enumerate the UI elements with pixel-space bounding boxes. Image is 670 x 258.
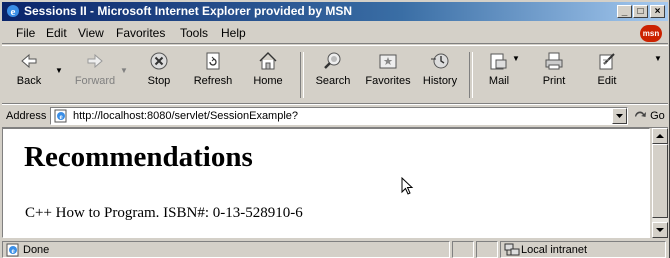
page-done-icon: e [6, 243, 19, 257]
edit-button[interactable]: Edit [584, 50, 630, 87]
address-bar: Address e http://localhost:8080/servlet/… [2, 104, 668, 128]
forward-label: Forward [74, 75, 116, 87]
print-icon [545, 52, 563, 70]
mail-icon [490, 53, 507, 70]
page-heading: Recommendations [24, 141, 253, 173]
minimize-button[interactable]: _ [617, 5, 632, 18]
status-panel [452, 241, 474, 258]
print-label: Print [542, 75, 566, 87]
local-intranet-icon [504, 243, 520, 256]
status-text: Done [23, 244, 50, 256]
stop-label: Stop [147, 75, 171, 87]
maximize-button[interactable]: □ [633, 5, 648, 18]
go-arrow-icon [635, 111, 646, 117]
go-button[interactable]: Go [633, 109, 665, 122]
menu-edit[interactable]: Edit [46, 26, 67, 40]
forward-dropdown-icon[interactable]: ▼ [120, 66, 128, 75]
search-icon [324, 52, 341, 69]
status-zone: Local intranet [521, 244, 588, 256]
toolbar-separator [300, 52, 304, 98]
address-label: Address [6, 110, 47, 122]
page-content: Recommendations C++ How to Program. ISBN… [2, 128, 650, 238]
status-panel [476, 241, 498, 258]
home-button[interactable]: Home [245, 50, 291, 87]
history-icon [431, 53, 449, 69]
chevron-down-icon [656, 228, 664, 232]
stop-icon [150, 52, 168, 70]
address-input[interactable]: e http://localhost:8080/servlet/SessionE… [50, 107, 628, 125]
back-dropdown-icon[interactable]: ▼ [55, 66, 63, 75]
stop-button[interactable]: Stop [136, 50, 182, 87]
edit-label: Edit [597, 75, 617, 87]
refresh-button[interactable]: Refresh [190, 50, 236, 87]
chevron-up-icon [656, 134, 664, 138]
page-icon: e [54, 109, 67, 123]
msn-logo: msn [640, 25, 662, 42]
address-url: http://localhost:8080/servlet/SessionExa… [73, 110, 299, 122]
edit-icon [599, 53, 615, 70]
forward-button[interactable]: Forward [72, 50, 118, 87]
search-button[interactable]: Search [310, 50, 356, 87]
svg-text:e: e [59, 113, 62, 121]
menu-file[interactable]: File [16, 26, 35, 40]
mail-label: Mail [488, 75, 510, 87]
go-label: Go [650, 110, 665, 122]
mouse-pointer-icon [401, 177, 414, 195]
history-label: History [422, 75, 458, 87]
toolbar-separator [469, 52, 473, 98]
status-panel-main: e Done [2, 241, 450, 258]
menu-help[interactable]: Help [221, 26, 246, 40]
menu-favorites[interactable]: Favorites [116, 26, 165, 40]
toolbar-more-icon[interactable]: ▼ [654, 54, 662, 63]
scroll-down-button[interactable] [652, 222, 668, 238]
home-icon [259, 52, 277, 70]
browser-window: e Sessions II - Microsoft Internet Explo… [0, 0, 670, 258]
vertical-scrollbar[interactable] [652, 128, 668, 238]
refresh-icon [206, 52, 220, 70]
standard-toolbar: Back ▼ Forward ▼ Stop Refresh Home Searc… [2, 45, 668, 104]
search-label: Search [315, 75, 351, 87]
back-label: Back [16, 75, 42, 87]
favorites-label: Favorites [365, 75, 411, 87]
mail-dropdown-icon[interactable]: ▼ [512, 54, 520, 63]
back-button[interactable]: Back [6, 50, 52, 87]
history-button[interactable]: History [417, 50, 463, 87]
svg-text:e: e [11, 6, 16, 18]
title-bar: e Sessions II - Microsoft Internet Explo… [2, 2, 668, 21]
back-arrow-icon [21, 53, 37, 69]
ie-logo-icon: e [7, 5, 19, 18]
chevron-down-icon [616, 114, 623, 118]
address-dropdown-button[interactable] [612, 108, 627, 124]
close-button[interactable]: × [650, 5, 665, 18]
menu-view[interactable]: View [78, 26, 104, 40]
scroll-up-button[interactable] [652, 128, 668, 144]
print-button[interactable]: Print [531, 50, 577, 87]
refresh-label: Refresh [193, 75, 233, 87]
menu-tools[interactable]: Tools [180, 26, 208, 40]
status-bar: e Done Local intranet [2, 240, 668, 258]
favorites-button[interactable]: Favorites [360, 50, 416, 87]
forward-arrow-icon [87, 53, 103, 69]
status-zone-panel: Local intranet [500, 241, 666, 258]
menu-bar: File Edit View Favorites Tools Help msn [2, 23, 668, 44]
window-title: Sessions II - Microsoft Internet Explore… [24, 4, 353, 18]
home-label: Home [253, 75, 283, 87]
recommendation-text: C++ How to Program. ISBN#: 0-13-528910-6 [25, 205, 303, 221]
scroll-thumb[interactable] [652, 144, 668, 218]
svg-text:e: e [11, 247, 14, 255]
favorites-icon [379, 54, 397, 69]
